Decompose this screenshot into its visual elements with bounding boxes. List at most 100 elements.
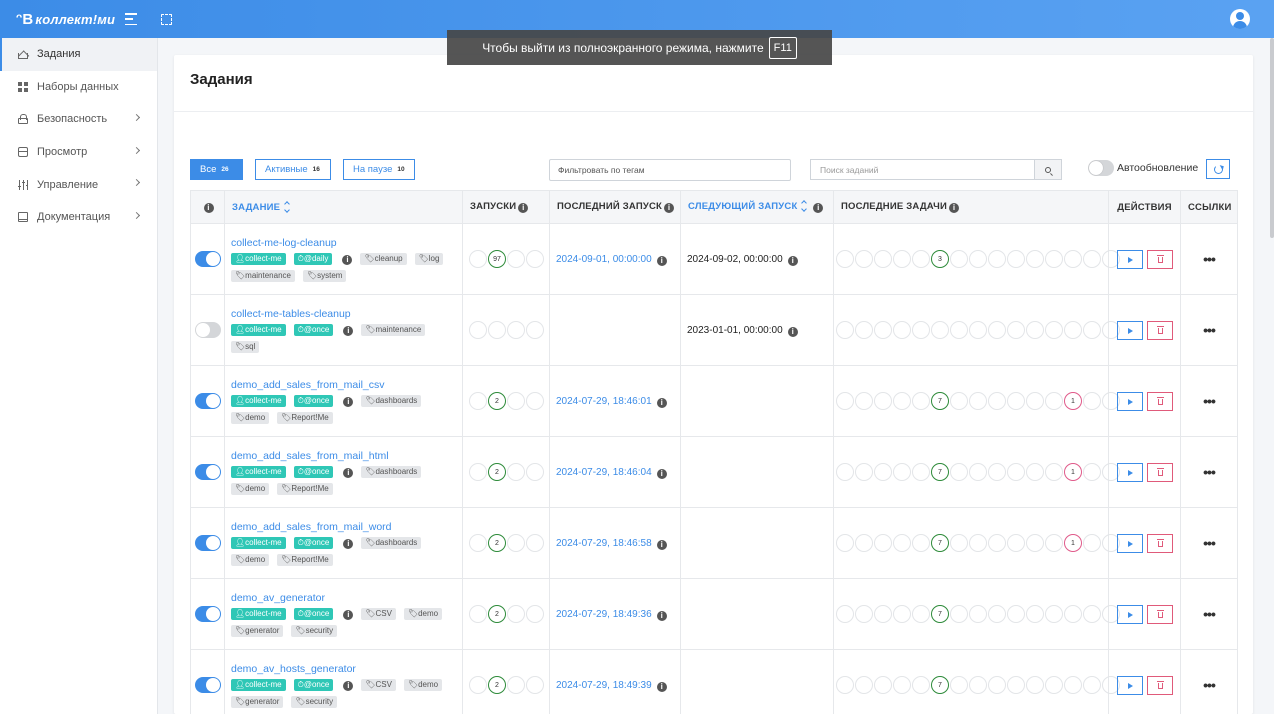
task-circle[interactable] xyxy=(1026,392,1044,410)
task-circle[interactable] xyxy=(1045,605,1063,623)
info-icon[interactable]: i xyxy=(813,203,824,213)
job-enabled-toggle[interactable] xyxy=(194,464,221,480)
job-name-link[interactable]: collect-me-tables-cleanup xyxy=(231,308,456,320)
tag-badge[interactable]: 🏷︎maintenance xyxy=(361,323,426,336)
schedule-badge[interactable]: ⏱︎@once xyxy=(293,323,334,336)
task-circle[interactable] xyxy=(1045,321,1063,339)
task-circle[interactable] xyxy=(893,250,911,268)
task-circle[interactable] xyxy=(1007,605,1025,623)
task-circle[interactable] xyxy=(1026,605,1044,623)
owner-badge[interactable]: 👤︎collect-me xyxy=(231,323,286,336)
run-circle[interactable] xyxy=(469,676,487,694)
task-circle[interactable] xyxy=(855,392,873,410)
task-circle[interactable] xyxy=(988,676,1006,694)
info-icon[interactable]: i xyxy=(343,467,354,478)
info-icon[interactable]: i xyxy=(518,203,529,213)
info-icon[interactable]: i xyxy=(787,255,798,266)
last-run-link[interactable]: 2024-09-01, 00:00:00 xyxy=(556,254,652,265)
schedule-badge[interactable]: ⏱︎@once xyxy=(293,536,334,549)
task-circle[interactable] xyxy=(931,321,949,339)
delete-button[interactable] xyxy=(1146,249,1173,269)
run-circle[interactable] xyxy=(469,534,487,552)
delete-button[interactable] xyxy=(1146,320,1173,340)
task-circle[interactable] xyxy=(1007,392,1025,410)
task-circle[interactable] xyxy=(988,463,1006,481)
search-button[interactable] xyxy=(1035,159,1062,180)
task-circle[interactable] xyxy=(969,676,987,694)
task-circle[interactable] xyxy=(1026,250,1044,268)
run-button[interactable] xyxy=(1116,604,1143,624)
schedule-badge[interactable]: ⏱︎@once xyxy=(293,465,334,478)
task-circle[interactable]: 7 xyxy=(931,676,949,694)
run-circle[interactable] xyxy=(469,392,487,410)
run-button[interactable] xyxy=(1116,391,1143,411)
info-icon[interactable]: i xyxy=(342,254,353,265)
task-circle[interactable] xyxy=(893,605,911,623)
sidebar-item-3[interactable]: Просмотр xyxy=(0,136,157,169)
task-circle[interactable] xyxy=(855,534,873,552)
task-circle[interactable] xyxy=(1064,250,1082,268)
filter-paused-button[interactable]: На паузе 10 xyxy=(343,159,415,180)
schedule-badge[interactable]: ⏱︎@once xyxy=(293,678,334,691)
task-circle[interactable] xyxy=(1083,605,1101,623)
run-circle[interactable]: 2 xyxy=(488,392,506,410)
task-circle[interactable] xyxy=(874,676,892,694)
task-circle[interactable] xyxy=(893,534,911,552)
task-circle[interactable] xyxy=(893,392,911,410)
task-circle[interactable] xyxy=(874,463,892,481)
task-circle[interactable] xyxy=(969,534,987,552)
header-job[interactable]: ЗАДАНИЕ xyxy=(224,190,463,224)
task-circle[interactable] xyxy=(1064,605,1082,623)
fullscreen-icon[interactable] xyxy=(161,13,173,25)
sidebar-item-5[interactable]: Документация xyxy=(0,201,157,234)
last-run-link[interactable]: 2024-07-29, 18:46:04 xyxy=(556,467,652,478)
task-circle[interactable] xyxy=(1064,676,1082,694)
app-logo[interactable]: ᵔB коллект!ми xyxy=(16,11,115,28)
sidebar-item-0[interactable]: Задания xyxy=(0,38,157,71)
task-circle[interactable] xyxy=(855,250,873,268)
owner-badge[interactable]: 👤︎collect-me xyxy=(231,607,286,620)
schedule-badge[interactable]: ⏱︎@once xyxy=(293,394,334,407)
job-enabled-toggle[interactable] xyxy=(194,322,221,338)
task-circle[interactable] xyxy=(855,676,873,694)
run-circle[interactable] xyxy=(507,392,525,410)
run-circle[interactable] xyxy=(526,463,544,481)
task-circle[interactable] xyxy=(874,534,892,552)
tag-filter-input[interactable]: Фильтровать по тегам xyxy=(549,159,791,181)
task-circle[interactable] xyxy=(969,605,987,623)
tag-badge[interactable]: 🏷︎sql xyxy=(231,340,260,353)
task-circle[interactable] xyxy=(1026,534,1044,552)
task-circle[interactable] xyxy=(950,676,968,694)
tag-badge[interactable]: 🏷︎Report!Me xyxy=(277,411,333,424)
owner-badge[interactable]: 👤︎collect-me xyxy=(231,678,286,691)
run-button[interactable] xyxy=(1116,675,1143,695)
task-circle[interactable] xyxy=(912,676,930,694)
tag-badge[interactable]: 🏷︎demo xyxy=(231,411,270,424)
run-circle[interactable]: 2 xyxy=(488,605,506,623)
job-name-link[interactable]: demo_av_generator xyxy=(231,592,456,604)
task-circle[interactable] xyxy=(950,250,968,268)
task-circle[interactable] xyxy=(836,463,854,481)
tag-badge[interactable]: 🏷︎maintenance xyxy=(231,269,295,282)
task-circle[interactable] xyxy=(836,676,854,694)
header-next-run[interactable]: СЛЕДУЮЩИЙ ЗАПУСК i xyxy=(680,190,834,224)
task-circle[interactable] xyxy=(988,392,1006,410)
task-circle[interactable] xyxy=(1045,463,1063,481)
tag-badge[interactable]: 🏷︎CSV xyxy=(361,607,396,620)
task-circle[interactable] xyxy=(1007,321,1025,339)
task-circle[interactable] xyxy=(1083,534,1101,552)
run-button[interactable] xyxy=(1116,462,1143,482)
run-circle[interactable] xyxy=(507,463,525,481)
info-icon[interactable]: i xyxy=(343,609,354,620)
tag-badge[interactable]: 🏷︎dashboards xyxy=(361,465,422,478)
task-circle[interactable] xyxy=(912,321,930,339)
delete-button[interactable] xyxy=(1146,604,1173,624)
job-enabled-toggle[interactable] xyxy=(194,393,221,409)
run-circle[interactable]: 2 xyxy=(488,463,506,481)
task-circle[interactable] xyxy=(836,321,854,339)
task-circle[interactable] xyxy=(969,392,987,410)
task-circle[interactable] xyxy=(1007,676,1025,694)
owner-badge[interactable]: 👤︎collect-me xyxy=(231,394,286,407)
task-circle[interactable]: 1 xyxy=(1064,463,1082,481)
task-circle[interactable] xyxy=(836,250,854,268)
